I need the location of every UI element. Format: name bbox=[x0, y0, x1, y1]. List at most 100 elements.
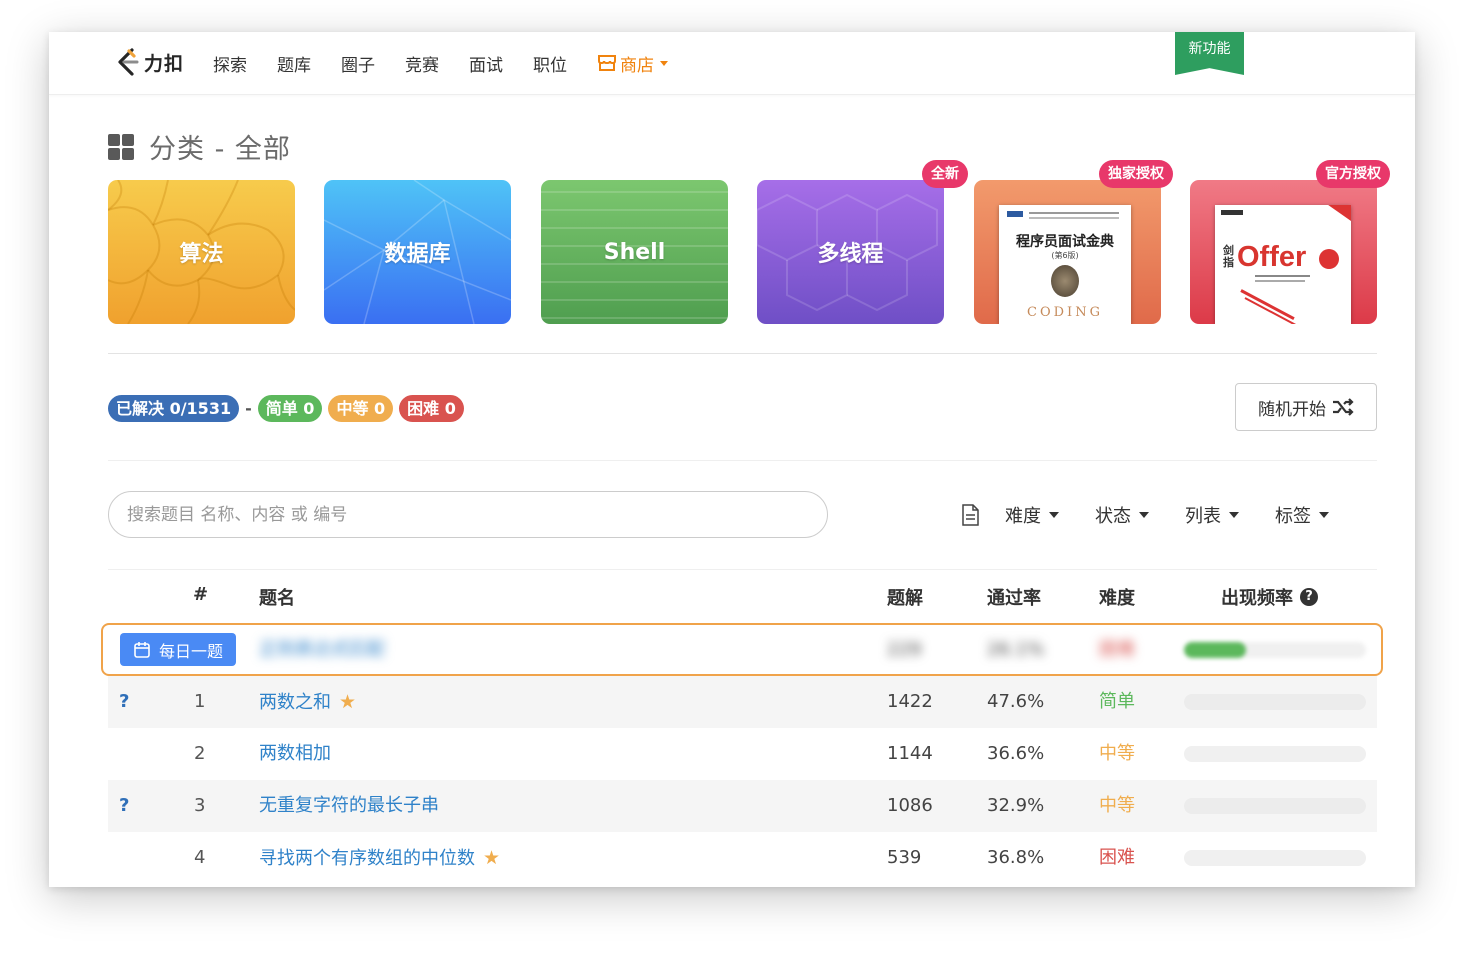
nav-circle[interactable]: 圈子 bbox=[341, 51, 375, 76]
main-nav: 探索 题库 圈子 竞赛 面试 职位 商店 bbox=[213, 32, 668, 94]
problem-title-link[interactable]: 无重复字符的最长子串 bbox=[259, 795, 439, 816]
problem-title-cell: 两数相加 bbox=[259, 728, 331, 780]
table-row[interactable]: ? 1 两数之和 ★ 1422 47.6% 简单 bbox=[108, 676, 1377, 728]
ribbon-exclusive: 独家授权 bbox=[1099, 160, 1173, 188]
problem-number: 3 bbox=[194, 795, 206, 816]
help-icon[interactable]: ? bbox=[1300, 588, 1318, 606]
col-header-frequency-label: 出现频率 bbox=[1221, 588, 1293, 609]
daily-highlight-border bbox=[101, 623, 1383, 676]
col-header-solutions[interactable]: 题解 bbox=[887, 584, 923, 610]
ribbon-new: 全新 bbox=[922, 160, 968, 188]
card-algorithms[interactable]: 算法 bbox=[108, 180, 295, 324]
nav-store-label: 商店 bbox=[620, 55, 654, 76]
frequency-bar bbox=[1184, 798, 1366, 814]
chevron-down-icon bbox=[1049, 512, 1059, 518]
card-book-offer[interactable]: 剑 指 Offer bbox=[1190, 180, 1377, 324]
star-icon[interactable]: ★ bbox=[483, 847, 500, 869]
frequency-bar bbox=[1184, 694, 1366, 710]
nav-jobs[interactable]: 职位 bbox=[533, 51, 567, 76]
filter-list-label: 列表 bbox=[1185, 506, 1221, 527]
leetcode-logo-icon bbox=[118, 48, 139, 76]
logo-text: 力扣 bbox=[144, 52, 185, 75]
filter-difficulty-label: 难度 bbox=[1005, 506, 1041, 527]
document-icon[interactable] bbox=[961, 504, 979, 526]
nav-store[interactable]: 商店 bbox=[597, 51, 668, 76]
filter-status-label: 状态 bbox=[1095, 506, 1131, 527]
problem-number: 1 bbox=[194, 691, 206, 712]
status-unknown: ? bbox=[119, 795, 130, 816]
problem-solutions: 539 bbox=[887, 847, 922, 868]
nav-problems[interactable]: 题库 bbox=[277, 51, 311, 76]
random-start-label: 随机开始 bbox=[1258, 399, 1326, 420]
new-feature-badge[interactable]: 新功能 bbox=[1175, 32, 1244, 75]
chevron-down-icon bbox=[660, 60, 668, 66]
star-icon[interactable]: ★ bbox=[339, 691, 356, 713]
table-row[interactable]: 2 两数相加 1144 36.6% 中等 bbox=[108, 728, 1377, 780]
problem-title-link[interactable]: 两数相加 bbox=[259, 743, 331, 764]
section-divider-3 bbox=[108, 569, 1377, 570]
filter-status[interactable]: 状态 bbox=[1095, 502, 1149, 528]
calendar-icon bbox=[134, 641, 150, 658]
card-book-cracking-coding[interactable]: 程序员面试金典 (第6版) CODING bbox=[974, 180, 1161, 324]
daily-problem-badge-label: 每日一题 bbox=[158, 641, 223, 661]
problem-difficulty: 中等 bbox=[1099, 743, 1135, 764]
card-database[interactable]: 数据库 bbox=[324, 180, 511, 324]
book-title-big: Offer bbox=[1237, 241, 1307, 273]
book-title: 程序员面试金典 bbox=[1016, 234, 1114, 250]
book-cover-cracking-coding: 程序员面试金典 (第6版) CODING bbox=[999, 205, 1131, 324]
problem-difficulty: 简单 bbox=[1099, 691, 1135, 712]
app-window: 力扣 探索 题库 圈子 竞赛 面试 职位 商店 新功能 分类 - 全部 算法 数… bbox=[49, 32, 1415, 887]
problem-difficulty: 困难 bbox=[1099, 847, 1135, 868]
card-concurrency-label: 多线程 bbox=[817, 242, 884, 267]
frequency-bar bbox=[1184, 850, 1366, 866]
card-concurrency[interactable]: 多线程 bbox=[757, 180, 944, 324]
problem-title-link[interactable]: 寻找两个有序数组的中位数 bbox=[259, 848, 475, 869]
problem-solutions: 1422 bbox=[887, 691, 933, 712]
nav-explore[interactable]: 探索 bbox=[213, 51, 247, 76]
table-row[interactable]: 4 寻找两个有序数组的中位数 ★ 539 36.8% 困难 bbox=[108, 832, 1377, 884]
table-row[interactable]: ? 3 无重复字符的最长子串 1086 32.9% 中等 bbox=[108, 780, 1377, 832]
search-input[interactable] bbox=[108, 491, 828, 538]
problem-acceptance: 36.8% bbox=[987, 847, 1045, 868]
category-title-text: 分类 - 全部 bbox=[149, 134, 291, 165]
filter-bar: 难度 状态 列表 标签 bbox=[961, 502, 1329, 528]
problem-difficulty: 中等 bbox=[1099, 795, 1135, 816]
stats-separator: - bbox=[245, 399, 252, 418]
section-divider bbox=[108, 353, 1377, 354]
card-shell[interactable]: Shell bbox=[541, 180, 728, 324]
shuffle-icon bbox=[1333, 398, 1354, 416]
col-header-acceptance[interactable]: 通过率 bbox=[987, 584, 1041, 610]
chevron-down-icon bbox=[1139, 512, 1149, 518]
medium-count-badge: 中等 0 bbox=[328, 395, 394, 422]
problem-solutions: 1086 bbox=[887, 795, 933, 816]
nav-interview[interactable]: 面试 bbox=[469, 51, 503, 76]
daily-problem-badge[interactable]: 每日一题 bbox=[120, 633, 236, 666]
book-clock-image bbox=[1051, 265, 1079, 297]
solved-count-badge: 已解决 0/1531 bbox=[108, 395, 240, 422]
filter-difficulty[interactable]: 难度 bbox=[1005, 502, 1059, 528]
nav-contest[interactable]: 竞赛 bbox=[405, 51, 439, 76]
chevron-down-icon bbox=[1319, 512, 1329, 518]
random-start-button[interactable]: 随机开始 bbox=[1235, 383, 1377, 431]
top-navbar: 力扣 探索 题库 圈子 竞赛 面试 职位 商店 新功能 bbox=[49, 32, 1415, 95]
problem-title-cell: 寻找两个有序数组的中位数 ★ bbox=[259, 832, 500, 884]
col-header-frequency[interactable]: 出现频率 ? bbox=[1221, 584, 1318, 610]
problem-acceptance: 47.6% bbox=[987, 691, 1045, 712]
col-header-difficulty[interactable]: 难度 bbox=[1099, 584, 1135, 610]
filter-tags-label: 标签 bbox=[1275, 506, 1311, 527]
problem-acceptance: 32.9% bbox=[987, 795, 1045, 816]
book-art-text: CODING bbox=[1027, 305, 1103, 320]
col-header-title[interactable]: 题名 bbox=[259, 584, 295, 610]
status-unknown: ? bbox=[119, 691, 130, 712]
filter-tags[interactable]: 标签 bbox=[1275, 502, 1329, 528]
filter-list[interactable]: 列表 bbox=[1185, 502, 1239, 528]
easy-count-badge: 简单 0 bbox=[257, 395, 323, 422]
book-cover-offer: 剑 指 Offer bbox=[1215, 205, 1351, 324]
col-header-number[interactable]: # bbox=[193, 584, 208, 605]
chevron-down-icon bbox=[1229, 512, 1239, 518]
leetcode-logo[interactable]: 力扣 bbox=[115, 46, 184, 78]
problem-title-link[interactable]: 两数之和 bbox=[259, 692, 331, 713]
card-shell-label: Shell bbox=[603, 239, 666, 265]
card-database-label: 数据库 bbox=[384, 242, 451, 267]
grid-icon bbox=[108, 133, 134, 160]
